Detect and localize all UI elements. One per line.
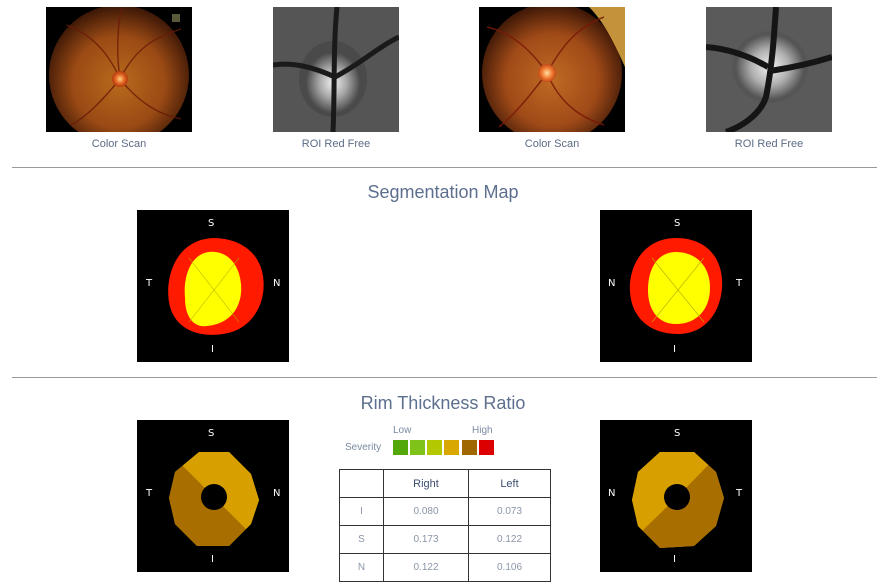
- roi-red-free-left-label: ROI Red Free: [734, 138, 804, 150]
- severity-high-label: High: [472, 425, 493, 436]
- severity-swatch-5: [462, 440, 477, 455]
- dir-bottom-label: I: [673, 554, 676, 565]
- segmentation-map-title: Segmentation Map: [367, 182, 519, 202]
- color-scan-left-label: Color Scan: [524, 138, 580, 150]
- table-cell-key: S: [339, 525, 384, 554]
- table-cell-left: 0.073: [468, 497, 551, 526]
- dir-right-label: N: [273, 488, 281, 499]
- roi-red-free-right-image[interactable]: [273, 7, 399, 132]
- rim-thickness-map-left[interactable]: S I N T: [600, 420, 752, 572]
- table-row: I 0.080 0.073: [339, 497, 551, 526]
- divider-1: [12, 167, 877, 168]
- table-cell-key: N: [339, 553, 384, 582]
- color-scan-left-image[interactable]: [479, 7, 625, 132]
- table-row: N 0.122 0.106: [339, 553, 551, 582]
- severity-swatch-2: [410, 440, 425, 455]
- dir-top-label: S: [208, 428, 215, 439]
- severity-swatch-3: [427, 440, 442, 455]
- table-header-row: Right Left: [339, 469, 551, 498]
- color-scan-right-image[interactable]: [46, 7, 192, 132]
- table-cell-right: 0.173: [383, 525, 469, 554]
- dir-left-label: T: [146, 488, 153, 499]
- rim-ratio-table: Right Left I 0.080 0.073 S 0.173 0.122 N…: [339, 469, 551, 582]
- table-cell-left: 0.106: [468, 553, 551, 582]
- table-cell-key: I: [339, 497, 384, 526]
- cup-region: [648, 252, 710, 324]
- divider-2: [12, 377, 877, 378]
- dir-top-label: S: [674, 218, 681, 229]
- roi-red-free-right-label: ROI Red Free: [301, 138, 371, 150]
- table-header-left: Left: [468, 469, 551, 498]
- severity-swatch-1: [393, 440, 408, 455]
- dir-left-label: N: [608, 488, 616, 499]
- dir-bottom-label: I: [211, 554, 214, 565]
- dir-top-label: S: [674, 428, 681, 439]
- dir-right-label: T: [736, 278, 743, 289]
- severity-label: Severity: [345, 442, 382, 453]
- roi-red-free-left-image[interactable]: [706, 7, 832, 132]
- table-cell-left: 0.122: [468, 525, 551, 554]
- severity-swatch-6: [479, 440, 494, 455]
- dir-bottom-label: I: [211, 344, 214, 355]
- severity-swatch-4: [444, 440, 459, 455]
- table-cell-right: 0.122: [383, 553, 469, 582]
- segmentation-map-right[interactable]: S I T N: [137, 210, 289, 362]
- dir-bottom-label: I: [673, 344, 676, 355]
- dir-right-label: T: [736, 488, 743, 499]
- color-scan-right-label: Color Scan: [91, 138, 147, 150]
- dir-right-label: N: [273, 278, 281, 289]
- severity-low-label: Low: [393, 425, 412, 436]
- table-row: S 0.173 0.122: [339, 525, 551, 554]
- dir-left-label: T: [146, 278, 153, 289]
- table-header-key: [339, 469, 384, 498]
- rim-thickness-ratio-title: Rim Thickness Ratio: [360, 393, 526, 413]
- rim-thickness-map-right[interactable]: S I T N: [137, 420, 289, 572]
- segmentation-map-left[interactable]: S I N T: [600, 210, 752, 362]
- table-header-right: Right: [383, 469, 469, 498]
- dir-top-label: S: [208, 218, 215, 229]
- dir-left-label: N: [608, 278, 616, 289]
- table-cell-right: 0.080: [383, 497, 469, 526]
